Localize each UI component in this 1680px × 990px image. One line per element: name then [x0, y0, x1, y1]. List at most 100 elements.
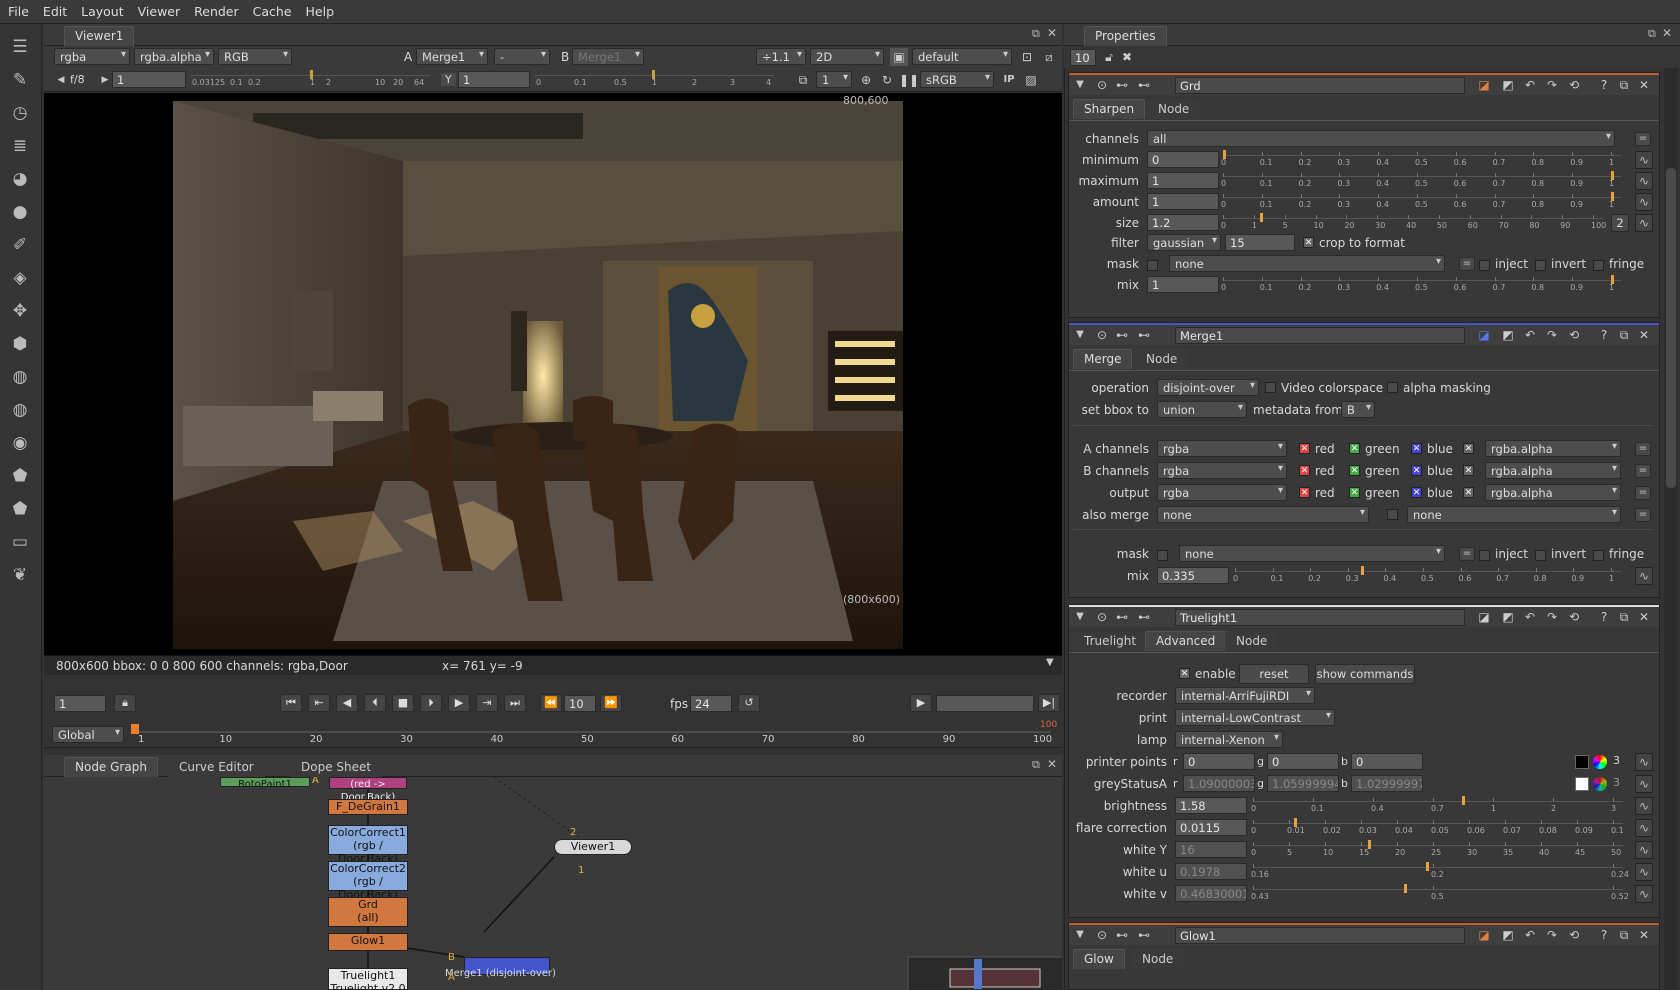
lock-icon[interactable]: 🔓︎ — [1100, 48, 1118, 66]
tile-color-icon[interactable]: ◩ — [1499, 926, 1517, 944]
alpha-dropdown[interactable]: rgba.alpha — [134, 48, 214, 65]
solo-icon[interactable]: ⊷ — [1113, 608, 1131, 626]
node-icon[interactable]: ⊙ — [1093, 926, 1111, 944]
b-link-button[interactable]: = — [1635, 464, 1651, 478]
output-alpha-checkbox[interactable]: ✕ — [1463, 487, 1474, 498]
output-red-checkbox[interactable]: ✕ — [1299, 487, 1310, 498]
redo-icon[interactable]: ↷ — [1543, 326, 1561, 344]
flare-curve-icon[interactable]: ∿ — [1635, 819, 1653, 837]
slider-thumb[interactable] — [1404, 884, 1408, 893]
layers-icon[interactable]: ◈ — [7, 265, 33, 291]
roi-icon[interactable]: ⊕ — [857, 71, 875, 89]
slider-thumb[interactable] — [1611, 192, 1614, 201]
slider-thumb[interactable] — [1294, 818, 1298, 827]
skip-forward-icon[interactable]: ⏩ — [600, 694, 622, 712]
menu-edit[interactable]: Edit — [35, 0, 73, 19]
flipbook-icon[interactable]: ▶ — [910, 694, 932, 712]
gamma-slider[interactable]: 0 0.1 0.5 1 2 3 4 — [534, 70, 774, 92]
mask-dropdown[interactable]: none — [1179, 545, 1445, 562]
inject-checkbox[interactable] — [1479, 260, 1490, 271]
node-colorcorrect1[interactable]: ColorCorrect1 (rgb / Door.Back) — [328, 825, 408, 865]
camera-icon[interactable]: ▣ — [890, 48, 908, 66]
slider-thumb[interactable] — [1461, 796, 1465, 805]
info-menu-icon[interactable]: ▼ — [1046, 657, 1054, 668]
grey-g-field[interactable]: 1.059999943 — [1267, 775, 1339, 792]
mask-link-button[interactable]: = — [1459, 257, 1475, 271]
tag-icon[interactable]: ⬟ — [7, 463, 33, 489]
white-y-field[interactable]: 16 — [1175, 841, 1247, 858]
lut-dropdown[interactable]: default — [912, 48, 1012, 65]
a-link-button[interactable]: = — [1635, 442, 1651, 456]
size-split-button[interactable]: 2 — [1611, 214, 1629, 232]
pp-curve-icon[interactable]: ∿ — [1635, 753, 1653, 771]
paint-icon[interactable]: ✎ — [7, 67, 33, 93]
white-v-field[interactable]: 0.46830001 — [1175, 885, 1247, 902]
ab-op-dropdown[interactable]: - — [494, 48, 550, 65]
a-alpha-dropdown[interactable]: rgba.alpha — [1485, 440, 1621, 457]
tab-glow[interactable]: Glow — [1073, 949, 1125, 969]
pp-g-field[interactable]: 0 — [1267, 753, 1339, 770]
start-frame-field[interactable]: 1 — [54, 695, 106, 712]
view-mode-dropdown[interactable]: 2D — [810, 48, 884, 65]
tile-color-icon[interactable]: ◩ — [1499, 608, 1517, 626]
white-y-curve-icon[interactable]: ∿ — [1635, 841, 1653, 859]
collapse-icon[interactable]: ▼ — [1071, 608, 1089, 626]
solo-icon[interactable]: ⊷ — [1113, 76, 1131, 94]
menu-layout[interactable]: Layout — [73, 0, 130, 19]
slider-thumb[interactable] — [1360, 566, 1364, 575]
white-u-slider[interactable]: 0.16 0.2 0.24 — [1251, 862, 1629, 884]
close-icon[interactable]: ✕ — [1662, 26, 1672, 40]
revert-icon[interactable]: ⟲ — [1565, 926, 1583, 944]
node-icon[interactable]: ⊙ — [1093, 76, 1111, 94]
redo-icon[interactable]: ↷ — [1543, 608, 1561, 626]
gain-field[interactable]: 1 — [112, 71, 186, 88]
tab-truelight[interactable]: Truelight — [1073, 631, 1148, 651]
fringe-checkbox[interactable] — [1593, 550, 1604, 561]
clock-icon[interactable]: ◷ — [7, 100, 33, 126]
b-layer-dropdown[interactable]: rgba — [1157, 462, 1287, 479]
node-degrain[interactable]: F_DeGrain1 — [328, 799, 408, 815]
a-alpha-checkbox[interactable]: ✕ — [1463, 443, 1474, 454]
leaf-icon[interactable]: ❦ — [7, 562, 33, 588]
a-input-dropdown[interactable]: Merge1 — [416, 48, 488, 65]
help-icon[interactable]: ? — [1595, 608, 1613, 626]
properties-scrollbar[interactable] — [1664, 68, 1678, 990]
alpha-masking-checkbox[interactable] — [1387, 382, 1398, 393]
white-y-slider[interactable]: 0 5 10 15 20 25 30 35 40 45 50 — [1251, 840, 1623, 862]
show-commands-button[interactable]: show commands — [1315, 664, 1415, 684]
redo-icon[interactable]: ↷ — [1543, 926, 1561, 944]
tab-node[interactable]: Node — [1225, 631, 1279, 651]
help-icon[interactable]: ? — [1595, 76, 1613, 94]
size-field[interactable]: 1.2 — [1147, 214, 1219, 231]
maximum-field[interactable]: 1 — [1147, 172, 1219, 189]
max-panels-field[interactable]: 10 — [1070, 49, 1096, 66]
revert-icon[interactable]: ⟲ — [1565, 326, 1583, 344]
lock-icon[interactable]: 🔒︎ — [114, 694, 136, 712]
filter-quality-field[interactable]: 15 — [1225, 234, 1295, 251]
output-blue-checkbox[interactable]: ✕ — [1411, 487, 1422, 498]
b-blue-checkbox[interactable]: ✕ — [1411, 465, 1422, 476]
collapse-icon[interactable]: ▼ — [1071, 326, 1089, 344]
node-icon[interactable]: ⊙ — [1093, 326, 1111, 344]
b-alpha-dropdown[interactable]: rgba.alpha — [1485, 462, 1621, 479]
tab-merge[interactable]: Merge — [1073, 349, 1133, 369]
tab-node[interactable]: Node — [1147, 99, 1201, 119]
hexagon-icon[interactable]: ⬢ — [7, 331, 33, 357]
box-icon[interactable]: ▭ — [7, 529, 33, 555]
slider-thumb[interactable] — [1611, 171, 1614, 180]
slider-thumb[interactable] — [1260, 213, 1263, 222]
float-icon[interactable]: ⧉ — [1615, 76, 1633, 94]
brightness-curve-icon[interactable]: ∿ — [1635, 797, 1653, 815]
color-wheel-icon[interactable] — [1593, 755, 1607, 769]
region-icon[interactable]: ⧉ — [794, 71, 812, 89]
mask-checkbox[interactable] — [1147, 260, 1158, 271]
white-v-slider[interactable]: 0.43 0.5 0.52 — [1251, 884, 1629, 906]
mix-field[interactable]: 1 — [1147, 276, 1219, 293]
tab-curve-editor[interactable]: Curve Editor — [168, 757, 265, 777]
viewer-link-icon[interactable]: ⊷ — [1135, 926, 1153, 944]
pen-icon[interactable]: ✐ — [7, 232, 33, 258]
proxy-dropdown[interactable]: 1 — [816, 71, 852, 88]
print-dropdown[interactable]: internal-LowContrast — [1175, 709, 1335, 726]
node-copy[interactable]: (red -> Door.Back) — [329, 777, 407, 803]
prev-key-icon[interactable]: ⇤ — [308, 694, 330, 712]
